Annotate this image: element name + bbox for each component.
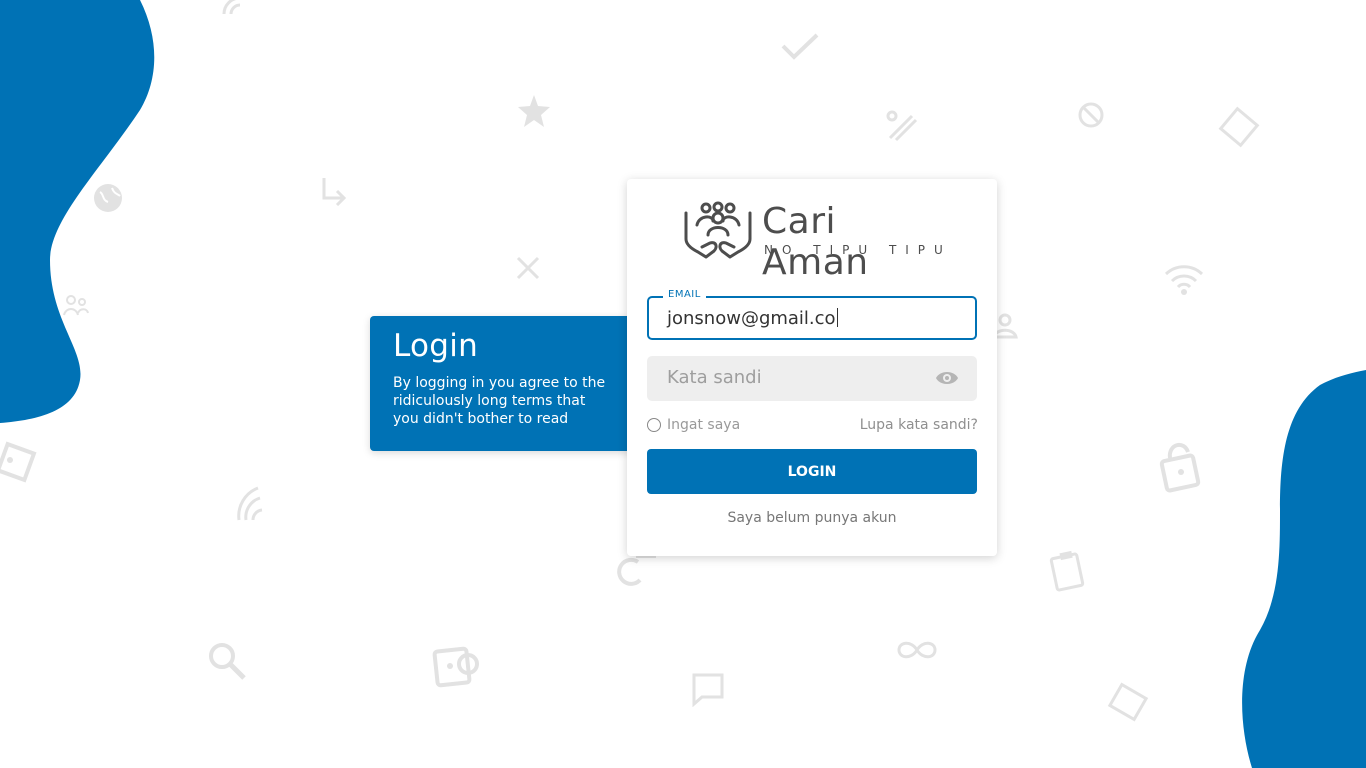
left-blob-decoration [0,0,155,423]
register-link[interactable]: Saya belum punya akun [627,510,997,526]
text-caret [836,308,838,327]
infinity-icon [895,638,939,662]
signal-icon [236,484,270,522]
right-blob-decoration [1242,370,1366,768]
clipboard-icon [1046,548,1090,596]
tag-icon [0,438,42,488]
wifi-icon [220,0,246,22]
brand-tagline: NO TIPU TIPU [764,243,952,257]
email-field-label: EMAIL [663,289,706,300]
blocked-icon [1077,101,1105,129]
lock-icon [1156,438,1206,494]
refresh-icon [612,552,658,590]
close-icon [515,255,541,281]
remember-me-checkbox[interactable] [647,418,661,432]
cari-aman-logo: Cari Aman NO TIPU TIPU [682,201,952,283]
password-field[interactable]: Kata sandi [647,356,977,401]
email-field-value[interactable]: jonsnow@gmail.co [667,308,838,329]
wifi-icon [1162,262,1206,296]
forgot-password-link[interactable]: Lupa kata sandi? [860,417,978,433]
tag-icon [1216,102,1266,152]
star-icon [516,93,552,129]
camera-icon [430,640,486,690]
people-in-hands-icon [684,201,752,259]
email-field[interactable]: EMAIL jonsnow@gmail.co [647,289,977,340]
chat-icon [690,671,726,707]
login-card: Cari Aman NO TIPU TIPU EMAIL jonsnow@gma… [627,179,997,556]
group-icon [62,293,90,319]
password-placeholder: Kata sandi [667,367,762,388]
eye-icon[interactable] [935,368,959,388]
login-info-panel: Login By logging in you agree to the rid… [370,316,640,451]
brand-name: Cari Aman [762,201,869,283]
pencil-ruler-icon [884,108,920,144]
tag-icon [1104,682,1152,726]
globe-icon [92,182,124,214]
checkmark-icon [780,32,820,62]
arrow-return-icon [318,176,348,206]
search-icon [202,638,248,682]
remember-me-label: Ingat saya [667,417,741,433]
terms-notice: By logging in you agree to the ridiculou… [393,375,606,427]
login-heading: Login [393,328,479,364]
remember-me[interactable]: Ingat saya [647,417,740,433]
login-button[interactable]: LOGIN [647,449,977,494]
